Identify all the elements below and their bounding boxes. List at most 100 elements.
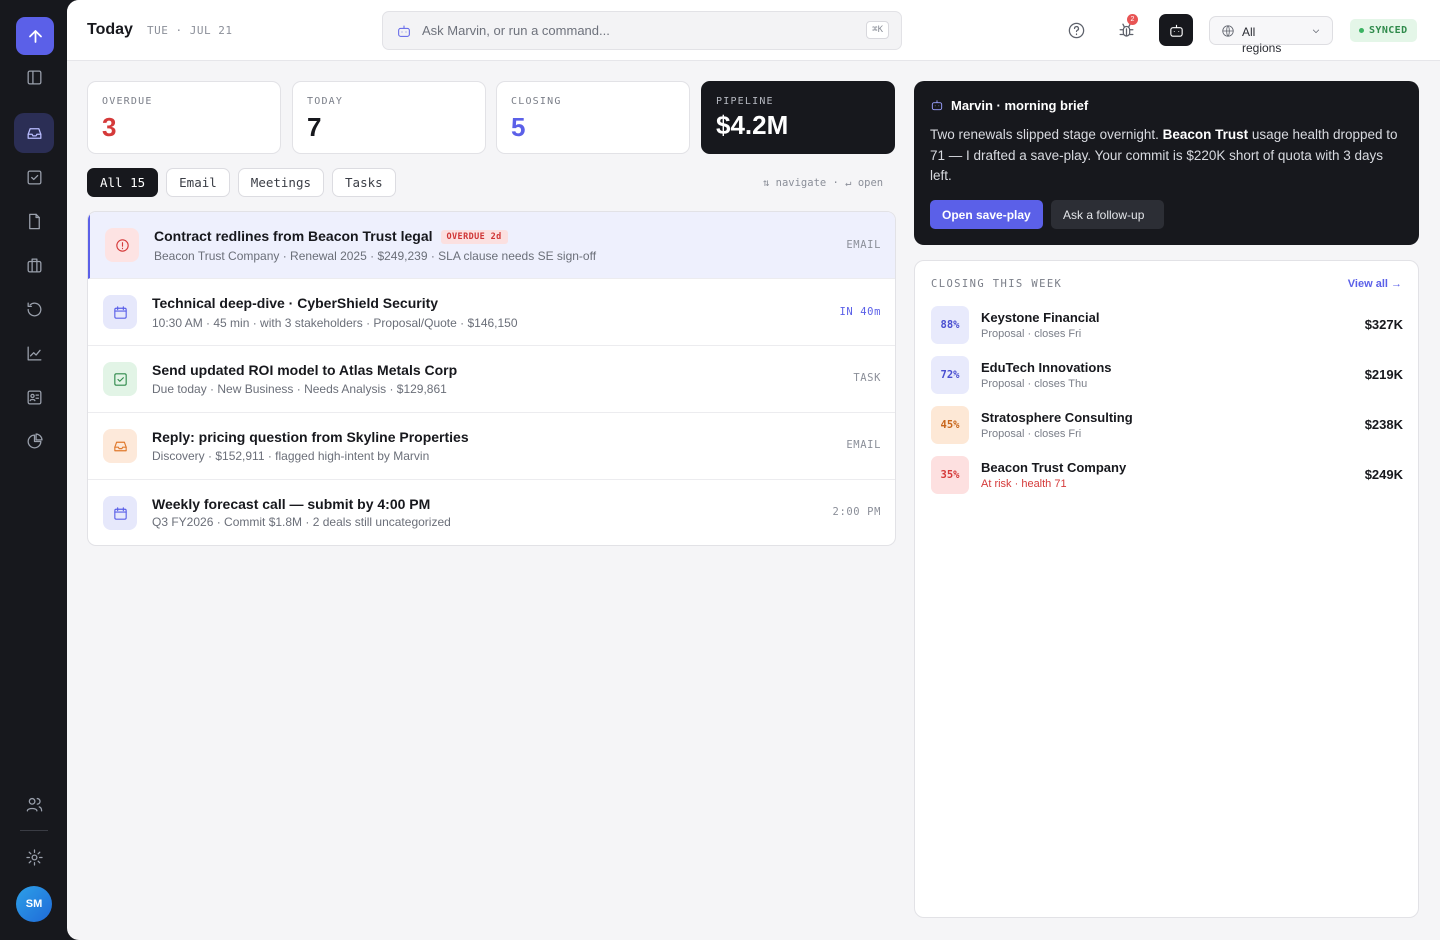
brief-highlight: Beacon Trust <box>1162 127 1249 142</box>
list-item[interactable]: Reply: pricing question from Skyline Pro… <box>88 413 895 480</box>
robot-icon <box>398 25 410 37</box>
tab-all[interactable]: All 15 <box>87 168 159 197</box>
closing-this-week-card: CLOSING THIS WEEK View all → 88% Keyston… <box>914 260 1419 918</box>
stat-label: OVERDUE <box>102 96 153 107</box>
item-tag: 2:00 PM <box>832 506 881 518</box>
stat-closing[interactable]: CLOSING 5 <box>496 81 690 154</box>
stat-overdue[interactable]: OVERDUE 3 <box>87 81 281 154</box>
ask-follow-up-button[interactable]: Ask a follow-up <box>1051 200 1164 229</box>
app-logo-button[interactable] <box>16 17 54 55</box>
deal-name: EduTech Innovations <box>981 360 1112 375</box>
stat-label: TODAY <box>307 96 344 107</box>
command-search-input[interactable] <box>422 23 842 38</box>
robot-icon <box>931 100 943 111</box>
calendar-icon <box>103 295 137 329</box>
nav-contacts-icon[interactable] <box>14 377 54 417</box>
activity-list: Contract redlines from Beacon Trust lega… <box>87 211 896 546</box>
brief-title-text: Marvin · morning brief <box>951 98 1089 113</box>
calendar-icon <box>103 496 137 530</box>
nav-history-icon[interactable] <box>14 289 54 329</box>
tab-meetings[interactable]: Meetings <box>237 168 325 197</box>
stat-label: PIPELINE <box>716 96 774 107</box>
item-tag: IN 40m <box>839 306 881 318</box>
list-item[interactable]: Technical deep-dive · CyberShield Securi… <box>88 279 895 346</box>
item-subtitle: Beacon Trust Company · Renewal 2025 · $2… <box>154 249 597 263</box>
item-tag: EMAIL <box>846 439 881 451</box>
deal-amount: $327K <box>1364 317 1403 332</box>
page-date: TUE · JUL 21 <box>147 24 233 37</box>
item-subtitle: Due today · New Business · Needs Analysi… <box>152 382 447 396</box>
nav-rail: SM <box>0 0 67 940</box>
region-value: All regions <box>1242 25 1282 55</box>
nav-tasks-icon[interactable] <box>14 157 54 197</box>
item-subtitle: Q3 FY2026 · Commit $1.8M · 2 deals still… <box>152 515 451 529</box>
deal-row[interactable]: 35% Beacon Trust Company At risk · healt… <box>931 456 1403 496</box>
deal-row[interactable]: 72% EduTech Innovations Proposal · close… <box>931 356 1403 396</box>
closing-title: CLOSING THIS WEEK <box>931 278 1063 290</box>
item-title: Reply: pricing question from Skyline Pro… <box>152 429 469 445</box>
view-all-link[interactable]: View all → <box>1348 278 1402 290</box>
stat-pipeline[interactable]: PIPELINE $4.2M <box>701 81 895 154</box>
region-select[interactable]: All regions <box>1209 16 1333 55</box>
nav-reports-icon[interactable] <box>14 421 54 461</box>
stat-value: 5 <box>511 112 526 142</box>
sync-status-badge: SYNCED <box>1350 19 1417 42</box>
item-title-text: Contract redlines from Beacon Trust lega… <box>154 228 433 244</box>
inbox-icon <box>103 429 137 463</box>
nav-deals-icon[interactable] <box>14 245 54 285</box>
command-search[interactable]: ⌘K <box>382 11 902 50</box>
item-title: Technical deep-dive · CyberShield Securi… <box>152 295 439 311</box>
list-item[interactable]: Send updated ROI model to Atlas Metals C… <box>88 346 895 413</box>
stat-label: CLOSING <box>511 96 562 107</box>
tab-tasks[interactable]: Tasks <box>332 168 396 197</box>
item-subtitle: 10:30 AM · 45 min · with 3 stakeholders … <box>152 316 518 330</box>
deal-probability: 72% <box>931 356 969 394</box>
help-icon[interactable] <box>1064 18 1088 42</box>
shortcut-hint: ⌘K <box>866 21 889 39</box>
overdue-badge: OVERDUE 2d <box>440 230 508 244</box>
deal-probability: 45% <box>931 406 969 444</box>
nav-documents-icon[interactable] <box>14 201 54 241</box>
brief-title: Marvin · morning brief <box>930 98 1088 113</box>
item-tag: EMAIL <box>846 239 881 251</box>
nav-analytics-icon[interactable] <box>14 333 54 373</box>
nav-team-icon[interactable] <box>14 784 54 824</box>
sidebar-toggle-icon[interactable] <box>14 57 54 97</box>
robot-icon <box>1169 24 1183 37</box>
morning-brief-card: Marvin · morning brief Two renewals slip… <box>914 81 1419 245</box>
marvin-assistant-button[interactable] <box>1159 14 1193 46</box>
item-title: Weekly forecast call — submit by 4:00 PM <box>152 496 431 512</box>
chevron-down-icon <box>1312 29 1320 34</box>
list-item[interactable]: Weekly forecast call — submit by 4:00 PM… <box>88 480 895 545</box>
stat-value: 3 <box>102 112 117 142</box>
deal-status: Proposal · closes Fri <box>981 428 1082 440</box>
alert-icon <box>105 228 139 262</box>
deal-status: At risk · health 71 <box>981 478 1067 490</box>
settings-gear-icon[interactable] <box>14 837 54 877</box>
brief-text: Two renewals slipped stage overnight. Be… <box>930 125 1405 187</box>
deal-row[interactable]: 45% Stratosphere Consulting Proposal · c… <box>931 406 1403 446</box>
rail-divider <box>20 830 48 831</box>
stat-today[interactable]: TODAY 7 <box>292 81 486 154</box>
list-item[interactable]: Contract redlines from Beacon Trust lega… <box>88 212 895 279</box>
deal-name: Keystone Financial <box>981 310 1100 325</box>
item-tag: TASK <box>853 372 881 384</box>
deal-amount: $249K <box>1364 467 1403 482</box>
deal-status: Proposal · closes Fri <box>981 328 1082 340</box>
deal-amount: $219K <box>1364 367 1403 382</box>
stat-value: 7 <box>307 112 322 142</box>
main-area: Today TUE · JUL 21 ⌘K 2 All regions SYNC… <box>67 0 1440 940</box>
open-save-play-button[interactable]: Open save-play <box>930 200 1043 229</box>
deal-status: Proposal · closes Thu <box>981 378 1088 390</box>
item-title: Send updated ROI model to Atlas Metals C… <box>152 362 458 378</box>
stat-value: $4.2M <box>716 110 789 140</box>
keyboard-hint: ⇅ navigate · ↵ open <box>763 177 884 189</box>
item-subtitle: Discovery · $152,911 · flagged high-inte… <box>152 449 430 463</box>
bug-report-icon[interactable]: 2 <box>1114 14 1138 42</box>
deal-row[interactable]: 88% Keystone Financial Proposal · closes… <box>931 306 1403 346</box>
user-avatar[interactable]: SM <box>16 886 52 922</box>
nav-inbox-icon[interactable] <box>14 113 54 153</box>
page-title: Today <box>87 21 133 38</box>
tab-email[interactable]: Email <box>166 168 230 197</box>
item-title: Contract redlines from Beacon Trust lega… <box>154 228 508 244</box>
